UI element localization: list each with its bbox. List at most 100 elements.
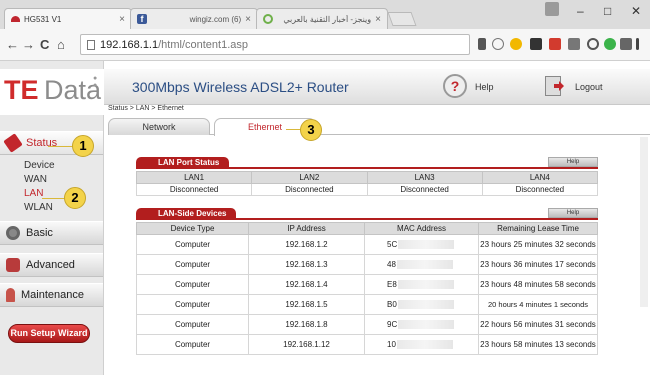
fire-extinguisher-icon — [6, 288, 15, 302]
lease-cell: 23 hours 36 minutes 17 seconds — [478, 254, 598, 275]
redacted-mac — [397, 300, 454, 310]
help-link[interactable]: Help — [475, 82, 494, 92]
lease-cell: 22 hours 56 minutes 31 seconds — [478, 314, 598, 335]
router-header: 300Mbps Wireless ADSL2+ Router ? Help Lo… — [104, 69, 650, 105]
logo-te: TE — [4, 75, 39, 105]
tab-title: وينجز- أخبار التقنية بالعربي — [283, 14, 372, 24]
sidebar-item-maintenance[interactable]: Maintenance — [0, 283, 103, 307]
tab-network[interactable]: Network — [108, 118, 210, 135]
table-row: Disconnected Disconnected Disconnected D… — [135, 183, 599, 196]
extension-icon[interactable] — [587, 38, 599, 50]
device-type-cell: Computer — [136, 274, 249, 295]
port-status-cell: Disconnected — [251, 183, 368, 196]
logout-link[interactable]: Logout — [575, 82, 603, 92]
mac-prefix: B0 — [387, 299, 397, 309]
help-button[interactable]: Help — [548, 208, 598, 218]
callout-arrow — [48, 146, 74, 147]
key-icon[interactable] — [478, 38, 486, 50]
logout-icon[interactable] — [545, 76, 561, 96]
sidebar-item-basic[interactable]: Basic — [0, 221, 103, 245]
extension-icon[interactable] — [620, 38, 632, 50]
sidebar-item-label: Maintenance — [21, 289, 84, 301]
column-header: LAN4 — [481, 171, 599, 184]
run-setup-wizard-button[interactable]: Run Setup Wizard — [8, 324, 90, 343]
maximize-button[interactable]: □ — [604, 4, 611, 18]
page-scrollbar[interactable] — [640, 137, 648, 307]
table-row: Computer 192.168.1.8 9C 22 hours 56 minu… — [136, 314, 598, 335]
sidebar-subitem-device[interactable]: Device — [0, 159, 103, 173]
device-type-cell: Computer — [136, 314, 249, 335]
page-tabs: Network Ethernet — [108, 117, 650, 136]
redacted-mac — [398, 240, 455, 250]
menu-icon[interactable] — [636, 38, 639, 50]
callout-1: 1 — [72, 135, 94, 157]
reload-icon[interactable]: C — [40, 37, 49, 52]
browser-tab-wingiz[interactable]: وينجز- أخبار التقنية بالعربي × — [256, 8, 388, 29]
back-icon[interactable]: ← — [6, 37, 19, 52]
lan-side-devices-table: Device Type IP Address MAC Address Remai… — [136, 222, 598, 355]
lan-port-status-header: LAN Port Status Help — [136, 157, 598, 169]
close-window-button[interactable]: ✕ — [631, 4, 641, 18]
ip-cell: 192.168.1.2 — [248, 234, 365, 255]
address-path: /html/content1.asp — [158, 38, 249, 51]
extension-icon[interactable] — [549, 38, 561, 50]
status-icon — [3, 133, 23, 153]
logo-dots: ● ● — [93, 75, 98, 89]
close-tab-icon[interactable]: × — [245, 14, 251, 25]
facebook-favicon-icon: f — [137, 14, 147, 24]
lease-cell: 20 hours 4 minutes 1 seconds — [478, 294, 598, 315]
ip-cell: 192.168.1.12 — [248, 334, 365, 355]
mac-cell: 10 — [364, 334, 479, 355]
extension-icon[interactable] — [568, 38, 580, 50]
tab-title: wingiz.com (6) — [189, 14, 242, 24]
browser-tab-router[interactable]: HG531 V1 × — [4, 8, 132, 29]
extension-icon[interactable] — [530, 38, 542, 50]
lan-port-status-table: LAN1 LAN2 LAN3 LAN4 Disconnected Disconn… — [135, 171, 599, 196]
new-tab-button[interactable] — [387, 12, 417, 26]
address-bar[interactable]: 192.168.1.1 /html/content1.asp — [80, 34, 470, 55]
close-tab-icon[interactable]: × — [119, 14, 125, 25]
browser-tab-facebook[interactable]: f wingiz.com (6) × — [130, 8, 258, 29]
lease-cell: 23 hours 48 minutes 58 seconds — [478, 274, 598, 295]
mac-prefix: 9C — [387, 319, 398, 329]
mac-cell: 9C — [364, 314, 479, 335]
home-icon[interactable]: ⌂ — [57, 37, 65, 52]
port-status-cell: Disconnected — [481, 183, 599, 196]
sunglasses-extension-icon[interactable] — [510, 38, 522, 50]
profile-icon[interactable] — [545, 2, 559, 16]
callout-3: 3 — [300, 119, 322, 141]
column-header: MAC Address — [364, 222, 479, 235]
redacted-mac — [396, 340, 453, 350]
redacted-mac — [397, 280, 454, 290]
section-title: LAN-Side Devices — [136, 208, 237, 220]
sidebar-subitem-wan[interactable]: WAN — [0, 173, 103, 187]
sidebar-item-advanced[interactable]: Advanced — [0, 253, 103, 277]
tab-title: HG531 V1 — [24, 14, 62, 24]
mac-cell: 5C — [364, 234, 479, 255]
extension-icon[interactable] — [604, 38, 616, 50]
sidebar-subitem-wlan[interactable]: WLAN — [0, 201, 103, 215]
redacted-mac — [396, 260, 453, 270]
table-row: Computer 192.168.1.4 E8 23 hours 48 minu… — [136, 274, 598, 295]
forward-icon[interactable]: → — [22, 37, 35, 52]
lease-cell: 23 hours 25 minutes 32 seconds — [478, 234, 598, 255]
help-button[interactable]: Help — [548, 157, 598, 167]
callout-arrow — [42, 198, 66, 199]
help-icon[interactable]: ? — [443, 74, 467, 98]
table-row: Computer 192.168.1.2 5C 23 hours 25 minu… — [136, 234, 598, 255]
column-header: IP Address — [248, 222, 365, 235]
table-header-row: LAN1 LAN2 LAN3 LAN4 — [135, 171, 599, 184]
star-icon[interactable] — [492, 38, 504, 50]
lease-cell: 23 hours 58 minutes 13 seconds — [478, 334, 598, 355]
router-title: 300Mbps Wireless ADSL2+ Router — [132, 79, 349, 95]
router-favicon-icon — [11, 16, 20, 22]
close-tab-icon[interactable]: × — [375, 14, 381, 25]
ip-cell: 192.168.1.3 — [248, 254, 365, 275]
ip-cell: 192.168.1.4 — [248, 274, 365, 295]
content-area: LAN Port Status Help LAN1 LAN2 LAN3 LAN4… — [104, 136, 650, 375]
minimize-button[interactable]: – — [577, 4, 584, 18]
column-header: LAN2 — [251, 171, 368, 184]
section-title: LAN Port Status — [136, 157, 230, 169]
table-row: Computer 192.168.1.5 B0 20 hours 4 minut… — [136, 294, 598, 315]
site-favicon-icon — [263, 14, 273, 24]
